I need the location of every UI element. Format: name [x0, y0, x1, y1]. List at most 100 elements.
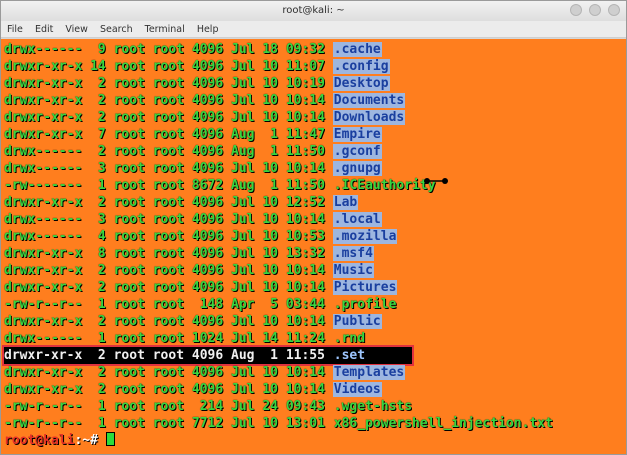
entry-name: Empire: [332, 127, 382, 142]
listing-row: -rw------- 1 root root 8672 Aug 1 11:50 …: [4, 177, 626, 194]
entry-group: root: [152, 314, 185, 329]
menu-view[interactable]: View: [65, 21, 88, 38]
menu-edit[interactable]: Edit: [35, 21, 53, 38]
entry-group: root: [152, 161, 185, 176]
entry-name: Lab: [332, 195, 359, 210]
entry-owner: root: [113, 314, 145, 329]
entry-size: 4096: [191, 144, 224, 159]
entry-metadata: 1 root root 7712 Jul 10 13:01: [82, 416, 333, 431]
entry-month: Jul: [231, 382, 255, 397]
entry-time: 10:14: [285, 212, 325, 227]
entry-day: 18: [262, 42, 278, 57]
entry-permissions: drwxr-xr-x: [4, 110, 83, 125]
entry-size: 4096: [191, 314, 224, 329]
entry-month: Jul: [231, 42, 255, 57]
entry-metadata: 2 root root 4096 Jul 10 10:14: [82, 314, 333, 329]
entry-name: Downloads: [332, 110, 406, 125]
entry-day: 10: [262, 280, 278, 295]
entry-time: 13:01: [285, 416, 325, 431]
listing-row: drwxr-xr-x 8 root root 4096 Jul 10 13:32…: [4, 245, 626, 262]
entry-links: 2: [90, 76, 106, 91]
entry-time: 10:14: [285, 382, 325, 397]
entry-day: 1: [262, 144, 278, 159]
entry-month: Jul: [231, 229, 255, 244]
entry-permissions: drwx------: [4, 161, 83, 176]
entry-time: 10:19: [285, 76, 325, 91]
entry-time: 11:50: [285, 144, 325, 159]
entry-group: root: [152, 93, 185, 108]
entry-permissions: drwxr-xr-x: [4, 365, 83, 380]
entry-owner: root: [113, 93, 145, 108]
entry-links: 8: [90, 246, 106, 261]
entry-day: 24: [262, 399, 278, 414]
listing-row: drwxr-xr-x 2 root root 4096 Jul 10 12:52…: [4, 194, 626, 211]
entry-day: 10: [262, 93, 278, 108]
entry-metadata: 3 root root 4096 Jul 10 10:14: [82, 161, 333, 176]
shell-prompt[interactable]: root@kali:~#: [4, 432, 626, 449]
entry-group: root: [152, 365, 185, 380]
entry-owner: root: [113, 127, 145, 142]
entry-day: 10: [262, 161, 278, 176]
terminal-output[interactable]: drwx------ 9 root root 4096 Jul 18 09:32…: [1, 39, 626, 454]
entry-group: root: [152, 246, 185, 261]
entry-group: root: [152, 348, 185, 363]
entry-name: .gconf: [332, 144, 382, 159]
entry-group: root: [152, 144, 185, 159]
entry-links: 2: [90, 195, 106, 210]
entry-permissions: drwxr-xr-x: [4, 382, 83, 397]
entry-permissions: -rw-------: [4, 178, 83, 193]
entry-month: Jul: [231, 59, 255, 74]
entry-group: root: [152, 59, 185, 74]
entry-metadata: 4 root root 4096 Jul 10 10:53: [82, 229, 333, 244]
entry-permissions: drwxr-xr-x: [4, 348, 83, 363]
menu-terminal[interactable]: Terminal: [145, 21, 185, 38]
entry-permissions: drwx------: [4, 144, 83, 159]
entry-time: 09:43: [285, 399, 325, 414]
entry-month: Jul: [231, 195, 255, 210]
entry-owner: root: [113, 76, 145, 91]
entry-owner: root: [113, 416, 145, 431]
entry-time: 10:14: [285, 280, 325, 295]
entry-owner: root: [113, 195, 145, 210]
menu-file[interactable]: File: [7, 21, 23, 38]
entry-month: Jul: [231, 314, 255, 329]
menu-search[interactable]: Search: [100, 21, 133, 38]
entry-name: Music: [332, 263, 374, 278]
entry-size: 4096: [191, 59, 224, 74]
entry-group: root: [152, 382, 185, 397]
entry-metadata: 2 root root 4096 Jul 10 10:14: [82, 280, 333, 295]
entry-size: 4096: [191, 195, 224, 210]
entry-size: 148: [191, 297, 224, 312]
title-bar[interactable]: root@kali: ~: [1, 1, 626, 22]
entry-month: Jul: [231, 76, 255, 91]
menu-help[interactable]: Help: [197, 21, 219, 38]
close-button[interactable]: [608, 4, 620, 16]
listing-row: drwxr-xr-x 2 root root 4096 Jul 10 10:14…: [4, 279, 626, 296]
listing-row: -rw-r--r-- 1 root root 148 Apr 5 03:44 .…: [4, 296, 626, 313]
directory-listing: drwx------ 9 root root 4096 Jul 18 09:32…: [2, 41, 626, 432]
entry-size: 8672: [191, 178, 224, 193]
entry-day: 14: [262, 331, 278, 346]
entry-time: 12:52: [285, 195, 325, 210]
entry-size: 1024: [191, 331, 224, 346]
entry-day: 10: [262, 365, 278, 380]
entry-links: 7: [90, 127, 106, 142]
menu-bar: File Edit View Search Terminal Help: [1, 21, 626, 38]
entry-month: Aug: [231, 178, 255, 193]
listing-row: drwx------ 3 root root 4096 Jul 10 10:14…: [4, 160, 626, 177]
entry-owner: root: [113, 178, 145, 193]
listing-row: drwxr-xr-x 2 root root 4096 Jul 10 10:19…: [4, 75, 626, 92]
entry-permissions: drwxr-xr-x: [4, 280, 83, 295]
listing-row: -rw-r--r-- 1 root root 7712 Jul 10 13:01…: [4, 415, 626, 432]
entry-name: .rnd: [333, 331, 366, 346]
entry-day: 10: [262, 59, 278, 74]
entry-name: Pictures: [332, 280, 398, 295]
listing-row: -rw-r--r-- 1 root root 214 Jul 24 09:43 …: [4, 398, 626, 415]
entry-size: 4096: [191, 229, 224, 244]
minimize-button[interactable]: [569, 4, 582, 16]
entry-links: 2: [90, 110, 106, 125]
entry-links: 1: [90, 399, 106, 414]
entry-links: 14: [90, 59, 106, 74]
maximize-button[interactable]: [588, 4, 601, 16]
entry-size: 4096: [191, 382, 224, 397]
